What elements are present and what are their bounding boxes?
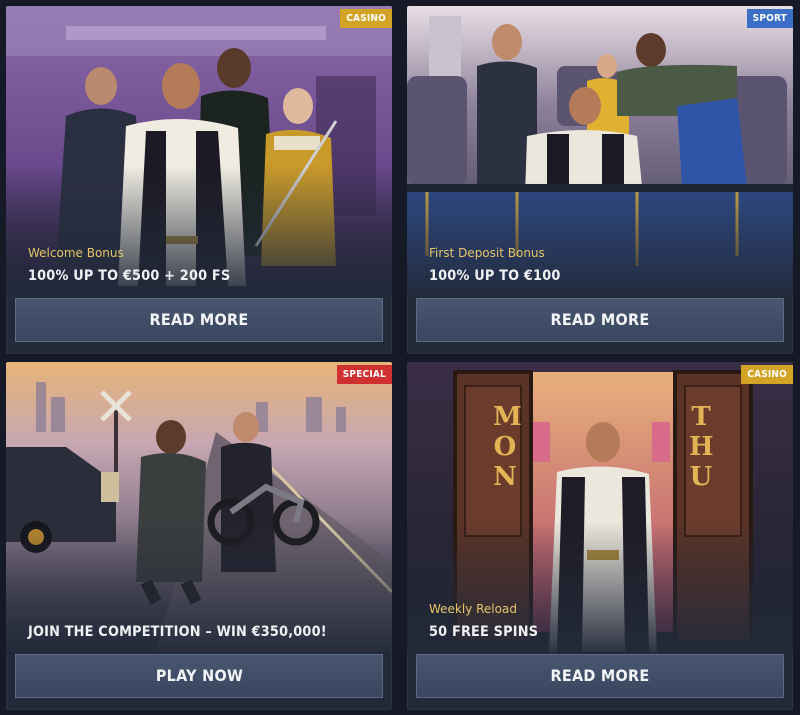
read-more-button[interactable]: READ MORE: [416, 654, 784, 698]
button-label: READ MORE: [550, 310, 650, 329]
button-label: READ MORE: [149, 310, 249, 329]
read-more-button[interactable]: READ MORE: [416, 298, 784, 342]
promo-headline: JOIN THE COMPETITION – WIN €350,000!: [28, 624, 327, 640]
button-label: READ MORE: [550, 666, 650, 685]
button-label: PLAY NOW: [155, 666, 243, 685]
promo-card-first-deposit[interactable]: SPORT First Deposit Bonus 100% UP TO €10…: [407, 6, 793, 354]
promo-label: Welcome Bonus: [28, 246, 124, 260]
promo-image-railroad-meeting: [6, 362, 392, 652]
door-letters-right: T H U: [689, 402, 714, 492]
promo-card-competition[interactable]: SPECIAL JOIN THE COMPETITION – WIN €350,…: [6, 362, 392, 710]
play-now-button[interactable]: PLAY NOW: [15, 654, 383, 698]
promo-card-welcome[interactable]: CASINO Welcome Bonus 100% UP TO €500 + 2…: [6, 6, 392, 354]
promo-headline: 50 FREE SPINS: [429, 624, 539, 640]
promo-headline: 100% UP TO €500 + 200 FS: [28, 268, 231, 284]
read-more-button[interactable]: READ MORE: [15, 298, 383, 342]
category-badge: CASINO: [741, 365, 793, 384]
promo-card-weekly-reload[interactable]: M O N T H U CASINO Weekly Reload 50 FREE…: [407, 362, 793, 710]
promo-label: Weekly Reload: [429, 602, 517, 616]
door-letters-left: M O N: [493, 402, 522, 492]
category-badge: SPECIAL: [336, 365, 392, 384]
promo-label: First Deposit Bonus: [429, 246, 545, 260]
promotions-grid: CASINO Welcome Bonus 100% UP TO €500 + 2…: [0, 0, 800, 715]
promo-headline: 100% UP TO €100: [429, 268, 561, 284]
category-badge: CASINO: [340, 9, 392, 28]
category-badge: SPORT: [746, 9, 793, 28]
